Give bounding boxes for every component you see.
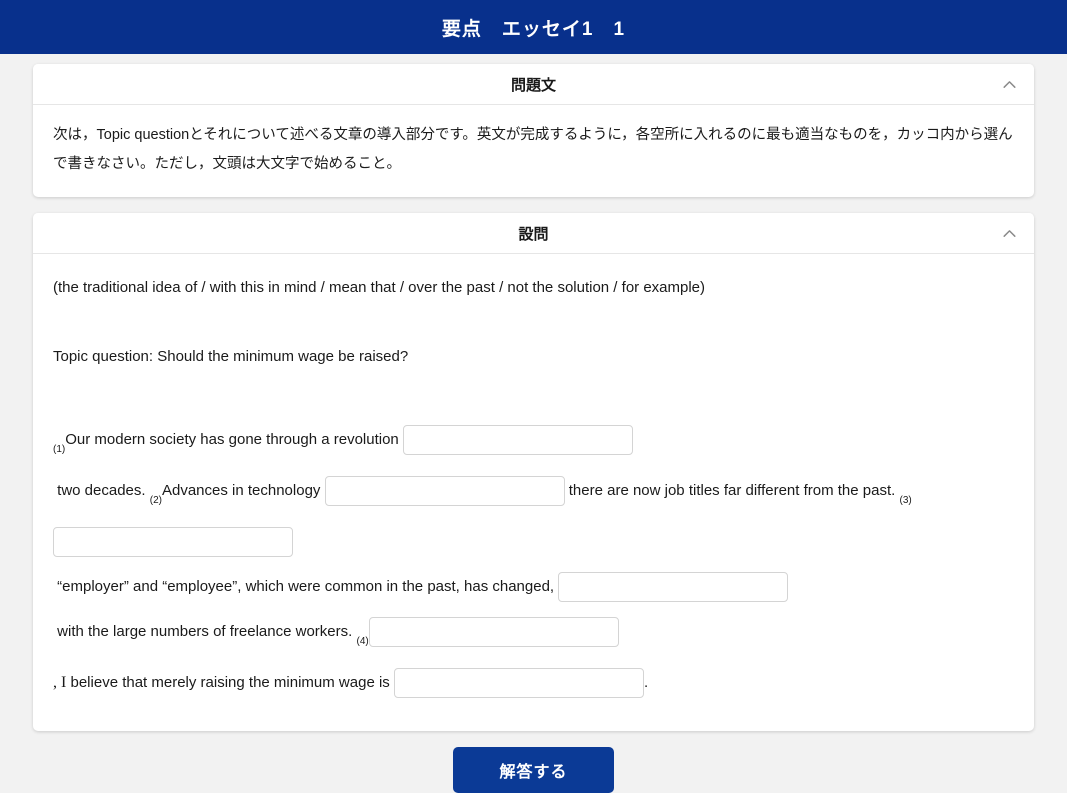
- passage-text: two decades.: [53, 482, 150, 499]
- blank-marker: (3): [899, 495, 912, 506]
- blank-5[interactable]: [368, 617, 619, 648]
- passage-text: there are now job titles far different f…: [564, 482, 900, 499]
- page-title: 要点 エッセイ1 1: [441, 18, 626, 40]
- passage-text: with the large numbers of freelance work…: [53, 623, 357, 640]
- passage-text: .: [643, 674, 649, 691]
- submit-answer-button[interactable]: 解答する: [453, 747, 614, 793]
- topic-question-line: Topic question: Should the minimum wage …: [53, 348, 409, 365]
- app-header: 要点 エッセイ1 1: [0, 0, 1067, 54]
- blank-marker: (4): [356, 636, 369, 647]
- blank-2[interactable]: [324, 476, 565, 507]
- question-instruction-text: 次は，Topic questionとそれについて述べる文章の導入部分です。英文が…: [53, 127, 1013, 172]
- blank-3[interactable]: [53, 527, 293, 558]
- setsumon-card: 設問 (the traditional idea of / with this …: [33, 213, 1034, 731]
- blank-4[interactable]: [558, 572, 789, 603]
- blank-marker: (2): [149, 495, 162, 506]
- question-text-card-title: 問題文: [510, 76, 556, 94]
- question-text-card-body: 次は，Topic questionとそれについて述べる文章の導入部分です。英文が…: [33, 105, 1034, 197]
- setsumon-card-title: 設問: [518, 225, 549, 243]
- question-text-card-header[interactable]: 問題文: [33, 64, 1034, 105]
- answer-passage: (1)Our modern society has gone through a…: [53, 417, 1014, 705]
- chevron-up-icon[interactable]: [1002, 226, 1016, 240]
- blank-1[interactable]: [402, 425, 633, 456]
- setsumon-card-header[interactable]: 設問: [33, 213, 1034, 254]
- blank-marker: (1): [53, 444, 66, 455]
- word-bank-options: (the traditional idea of / with this in …: [53, 279, 706, 296]
- blank-6[interactable]: [393, 668, 644, 699]
- passage-text: Advances in technology: [161, 482, 325, 499]
- page-content: 問題文 次は，Topic questionとそれについて述べる文章の導入部分です…: [0, 54, 1067, 793]
- submit-row: 解答する: [33, 747, 1034, 793]
- question-text-card: 問題文 次は，Topic questionとそれについて述べる文章の導入部分です…: [33, 64, 1034, 197]
- passage-text: Our modern society has gone through a re…: [65, 431, 403, 448]
- chevron-up-icon[interactable]: [1002, 77, 1016, 91]
- passage-text: believe that merely raising the minimum …: [66, 674, 394, 691]
- passage-text: , I: [53, 674, 67, 691]
- passage-text: “employer” and “employee”, which were co…: [53, 578, 559, 595]
- setsumon-card-body: (the traditional idea of / with this in …: [33, 254, 1034, 731]
